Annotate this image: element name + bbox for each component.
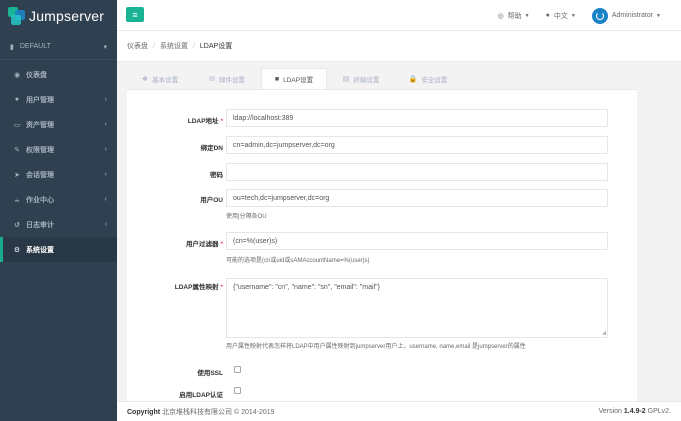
ldap-settings-form: LDAP地址 * ldap://localhost:389 绑定DN cn=adm… — [127, 89, 637, 401]
rocket-icon: ➤ — [14, 171, 20, 179]
sidebar-item-label: 权限管理 — [26, 146, 54, 154]
help-menu[interactable]: ◎ 帮助 ▼ — [498, 11, 530, 21]
sidebar-item-label: 系统设置 — [26, 246, 54, 254]
ldap-url-input[interactable]: ldap://localhost:389 — [226, 109, 608, 127]
sidebar-item-label: 资产管理 — [26, 121, 54, 129]
caret-down-icon: ▼ — [524, 12, 530, 19]
handshake-icon: ◎ — [497, 12, 504, 20]
user-ou-input[interactable]: ou=tech,dc=jumpserver,dc=org — [226, 189, 608, 207]
cubes-icon: ❖ — [141, 75, 149, 83]
tab[interactable]: ▤ 终端设置 — [328, 68, 394, 89]
ldap-url-label: LDAP地址 * — [187, 118, 223, 125]
sidebar-item-label: 日志审计 — [26, 221, 54, 229]
user-ou-help: 使用|分隔各OU — [226, 214, 267, 220]
sidebar-item[interactable]: ⚙ 系统设置 — [0, 237, 117, 262]
enable-ldap-label: 启用LDAP认证 — [179, 392, 223, 399]
password-label: 密码 — [210, 172, 223, 179]
breadcrumb-item[interactable]: 系统设置 — [160, 41, 188, 51]
breadcrumb-item[interactable]: 仪表盘 — [127, 41, 148, 51]
sidebar-item[interactable]: ▭ 资产管理 ‹ — [0, 112, 117, 137]
hdd-icon: ▤ — [342, 75, 350, 83]
attr-map-textarea[interactable]: {"username": "cn", "name": "sn", "email"… — [226, 278, 608, 338]
tab-label: 邮件设置 — [218, 76, 245, 84]
sidebar-item-label: 仪表盘 — [26, 71, 47, 79]
use-ssl-label: 使用SSL — [197, 370, 223, 377]
language-menu[interactable]: ● 中文 ▼ — [546, 11, 576, 21]
tab-label: 基本设置 — [152, 76, 179, 84]
history-icon: ↺ — [14, 221, 20, 229]
bookmark-icon: ▮ — [10, 43, 14, 51]
sidebar-item[interactable]: ↺ 日志审计 ‹ — [0, 212, 117, 237]
dashboard-icon: ◉ — [13, 71, 21, 79]
chevron-left-icon: ‹ — [104, 146, 107, 153]
jumpserver-logo-icon — [8, 7, 26, 25]
edit-icon: ✎ — [14, 146, 20, 154]
bars-icon: ≡ — [132, 9, 138, 20]
logo[interactable]: Jumpserver — [0, 0, 117, 32]
user-menu[interactable]: Administrator ▼ — [591, 7, 661, 24]
sidebar-item[interactable]: ✎ 权限管理 ‹ — [0, 137, 117, 162]
sidebar-item[interactable]: ● 用户管理 ‹ — [0, 87, 117, 112]
org-selector[interactable]: ▮ DEFAULT ▾ — [0, 34, 117, 60]
sidebar: Jumpserver ▮ DEFAULT ▾ ◉ 仪表盘 ● 用户管理 ‹ ▭ 资产管理 ‹ ✎… — [0, 0, 117, 421]
tab-label: 终端设置 — [353, 76, 380, 84]
sidebar-item-label: 作业中心 — [26, 196, 54, 204]
lock-icon: 🔒 — [408, 75, 418, 83]
envelope-icon: ✉ — [209, 75, 215, 83]
resize-handle-icon[interactable]: ◢ — [602, 330, 606, 336]
user-filter-label: 用户过滤器 * — [185, 241, 223, 248]
breadcrumb: 仪表盘 / 系统设置 / LDAP设置 — [117, 31, 681, 62]
user-name: Administrator — [611, 12, 654, 19]
attr-map-help: 用户属性映射代表怎样将LDAP中用户属性映射到jumpserver用户上，use… — [226, 344, 526, 350]
bind-dn-label: 绑定DN — [200, 145, 223, 152]
tab[interactable]: ❖ 基本设置 — [127, 68, 193, 89]
bind-dn-input[interactable]: cn=admin,dc=jumpserver,dc=org — [226, 136, 608, 154]
user-filter-help: 可能的选项是(cn或uid或sAMAccountName=%(user)s) — [226, 258, 370, 264]
gears-icon: ⚙ — [13, 246, 21, 254]
user-ou-label: 用户OU — [200, 197, 223, 204]
use-ssl-checkbox[interactable] — [234, 366, 241, 373]
sidebar-item[interactable]: ➤ 会话管理 ‹ — [0, 162, 117, 187]
caret-down-icon: ▼ — [656, 12, 661, 19]
coffee-icon: ☕ — [13, 196, 21, 204]
footer-copyright: Copyright 北京堆栈科技有限公司 © 2014-2019 — [127, 408, 275, 416]
sidebar-item[interactable]: ◉ 仪表盘 — [0, 62, 117, 87]
chevron-left-icon: ‹ — [104, 171, 107, 178]
logo-text: Jumpserver — [29, 8, 105, 24]
tab[interactable]: ■ LDAP设置 — [261, 68, 327, 89]
database-icon: ■ — [274, 75, 280, 83]
user-filter-input[interactable]: (cn=%(user)s) — [226, 232, 608, 250]
caret-down-icon: ▾ — [103, 43, 107, 51]
avatar — [591, 7, 608, 24]
settings-tabs: ❖ 基本设置 ✉ 邮件设置 ■ LDAP设置 ▤ 终端设置 🔒 安全设置 — [127, 68, 607, 89]
footer: Copyright 北京堆栈科技有限公司 © 2014-2019 Version… — [117, 401, 681, 421]
tab[interactable]: 🔒 安全设置 — [395, 68, 461, 89]
inbox-icon: ▭ — [13, 121, 21, 129]
language-label: 中文 — [553, 12, 568, 20]
sidebar-item-label: 会话管理 — [26, 171, 54, 179]
help-label: 帮助 — [507, 12, 522, 20]
chevron-left-icon: ‹ — [104, 96, 107, 103]
tab-label: 安全设置 — [421, 76, 448, 84]
users-icon: ● — [14, 96, 20, 103]
menu-toggle-button[interactable]: ≡ — [126, 7, 144, 22]
tab[interactable]: ✉ 邮件设置 — [194, 68, 260, 89]
tab-label: LDAP设置 — [283, 77, 314, 84]
password-input[interactable] — [226, 163, 608, 181]
org-name: DEFAULT — [19, 43, 51, 50]
breadcrumb-current: LDAP设置 — [199, 43, 233, 50]
top-navbar: ≡ ◎ 帮助 ▼ ● 中文 ▼ Administrator ▼ — [117, 0, 681, 31]
sidebar-item[interactable]: ☕ 作业中心 ‹ — [0, 187, 117, 212]
attr-map-label: LDAP属性映射 * — [174, 284, 223, 291]
enable-ldap-checkbox[interactable] — [234, 387, 241, 394]
chevron-left-icon: ‹ — [104, 196, 107, 203]
sidebar-item-label: 用户管理 — [26, 96, 54, 104]
caret-down-icon: ▼ — [570, 12, 576, 19]
globe-icon: ● — [545, 12, 550, 19]
chevron-left-icon: ‹ — [104, 221, 107, 228]
footer-version: Version 1.4.9-2 GPLv2. — [598, 408, 671, 415]
chevron-left-icon: ‹ — [104, 121, 107, 128]
